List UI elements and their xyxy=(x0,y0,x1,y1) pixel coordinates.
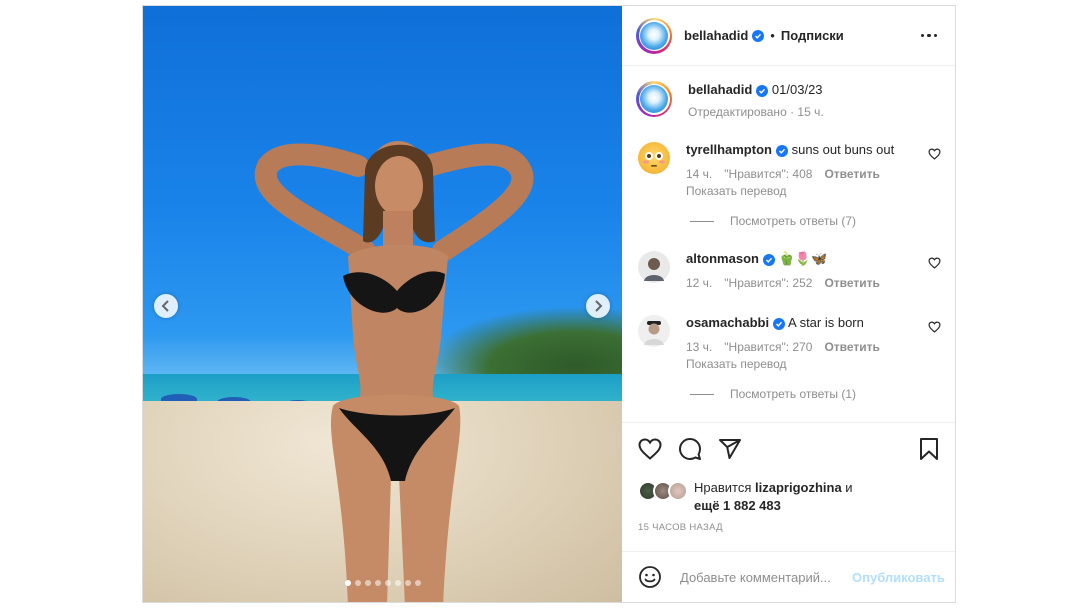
post-side-panel: bellahadid • Подписки bellahadid 01/03/2… xyxy=(622,6,955,602)
more-options-icon[interactable] xyxy=(917,30,942,42)
comment-likes[interactable]: "Нравится": 252 xyxy=(724,276,812,290)
comment-username[interactable]: altonmason xyxy=(686,251,759,266)
carousel-dot xyxy=(414,580,421,586)
likes-count[interactable]: ещё 1 882 483 xyxy=(694,498,781,513)
like-heart-icon[interactable] xyxy=(638,438,662,460)
show-translation-button[interactable]: Показать перевод xyxy=(686,184,918,198)
show-translation-button[interactable]: Показать перевод xyxy=(686,357,918,371)
comment-text: suns out buns out xyxy=(791,142,895,157)
comment-likes[interactable]: "Нравится": 270 xyxy=(724,340,812,354)
likes-summary: Нравится lizaprigozhina и ещё 1 882 483 xyxy=(622,461,955,515)
add-comment-bar: Опубликовать xyxy=(622,551,955,602)
carousel-dot xyxy=(354,580,361,586)
comment-item: osamachabbi A star is born 13 ч. "Нравит… xyxy=(622,314,955,371)
view-replies-button[interactable]: Посмотреть ответы (1) xyxy=(690,387,955,401)
comment-like-heart-icon[interactable] xyxy=(928,320,941,338)
liker-username[interactable]: lizaprigozhina xyxy=(755,480,842,495)
carousel-dot xyxy=(404,580,411,586)
carousel-prev-button[interactable] xyxy=(154,294,178,318)
emoji-smiley-icon[interactable] xyxy=(638,565,662,589)
author-avatar[interactable] xyxy=(636,17,672,54)
comment-avatar[interactable] xyxy=(638,251,670,283)
share-send-icon[interactable] xyxy=(718,437,742,461)
flushed-face-icon xyxy=(643,152,665,167)
comment-text: 🫑🌷🦋 xyxy=(778,251,828,266)
caption-text: 01/03/23 xyxy=(771,82,823,97)
verified-badge-icon xyxy=(762,253,775,266)
comment-time: 13 ч. xyxy=(686,340,713,354)
comment-avatar[interactable] xyxy=(638,142,670,174)
view-replies-label: Посмотреть ответы (7) xyxy=(730,214,857,228)
caption-avatar[interactable] xyxy=(636,81,672,117)
comment-username[interactable]: tyrellhampton xyxy=(686,142,772,157)
reply-button[interactable]: Ответить xyxy=(824,167,879,181)
carousel-dot xyxy=(384,580,391,586)
verified-badge-icon xyxy=(775,144,788,157)
carousel-next-button[interactable] xyxy=(586,294,610,318)
view-replies-button[interactable]: Посмотреть ответы (7) xyxy=(690,214,955,228)
instagram-post: bellahadid • Подписки bellahadid 01/03/2… xyxy=(142,5,956,603)
publish-button[interactable]: Опубликовать xyxy=(852,570,945,585)
carousel-dot xyxy=(364,580,371,586)
caption-meta: Отредактировано · 15 ч. xyxy=(688,105,824,119)
person-photo-icon xyxy=(644,258,664,281)
verified-badge-icon xyxy=(752,29,765,42)
comment-item: altonmason 🫑🌷🦋 12 ч. "Нравится": 252 Отв… xyxy=(622,250,955,290)
comment-bubble-icon[interactable] xyxy=(678,437,702,461)
comment-like-heart-icon[interactable] xyxy=(928,256,941,274)
author-username[interactable]: bellahadid xyxy=(684,28,748,43)
likes-prefix: Нравится xyxy=(694,480,752,495)
comment-text: A star is born xyxy=(788,315,864,330)
caption-username[interactable]: bellahadid xyxy=(688,82,752,97)
post-caption: bellahadid 01/03/23 Отредактировано · 15… xyxy=(622,67,955,119)
bookmark-save-icon[interactable] xyxy=(919,437,939,461)
post-timestamp[interactable]: 15 ЧАСОВ НАЗАД xyxy=(622,515,955,533)
comment-likes[interactable]: "Нравится": 408 xyxy=(724,167,812,181)
verified-badge-icon xyxy=(756,84,769,97)
comment-input[interactable] xyxy=(678,568,852,586)
action-bar xyxy=(622,423,955,461)
comments-list[interactable]: bellahadid 01/03/23 Отредактировано · 15… xyxy=(622,67,955,422)
post-header: bellahadid • Подписки xyxy=(622,6,955,66)
carousel-indicator xyxy=(143,580,622,586)
likes-and: и xyxy=(845,480,853,495)
comment-time: 14 ч. xyxy=(686,167,713,181)
comment-like-heart-icon[interactable] xyxy=(928,147,941,165)
liker-avatars[interactable] xyxy=(638,481,688,501)
comment-avatar[interactable] xyxy=(638,315,670,347)
following-button[interactable]: Подписки xyxy=(781,28,844,43)
comment-time: 12 ч. xyxy=(686,276,713,290)
carousel-dot xyxy=(374,580,381,586)
reply-button[interactable]: Ответить xyxy=(824,276,879,290)
post-photo[interactable] xyxy=(143,6,622,602)
carousel-dot xyxy=(344,580,351,586)
photo-person xyxy=(254,141,534,602)
carousel-dot xyxy=(394,580,401,586)
post-actions-section: Нравится lizaprigozhina и ещё 1 882 483 … xyxy=(622,422,955,533)
separator-dot: • xyxy=(770,28,775,43)
comment-username[interactable]: osamachabbi xyxy=(686,315,769,330)
comment-item: tyrellhampton suns out buns out 14 ч. "Н… xyxy=(622,141,955,198)
chevron-left-icon xyxy=(161,300,169,312)
reply-button[interactable]: Ответить xyxy=(824,340,879,354)
person-photo-icon xyxy=(644,321,664,345)
verified-badge-icon xyxy=(773,317,786,330)
chevron-right-icon xyxy=(595,300,603,312)
view-replies-label: Посмотреть ответы (1) xyxy=(730,387,857,401)
